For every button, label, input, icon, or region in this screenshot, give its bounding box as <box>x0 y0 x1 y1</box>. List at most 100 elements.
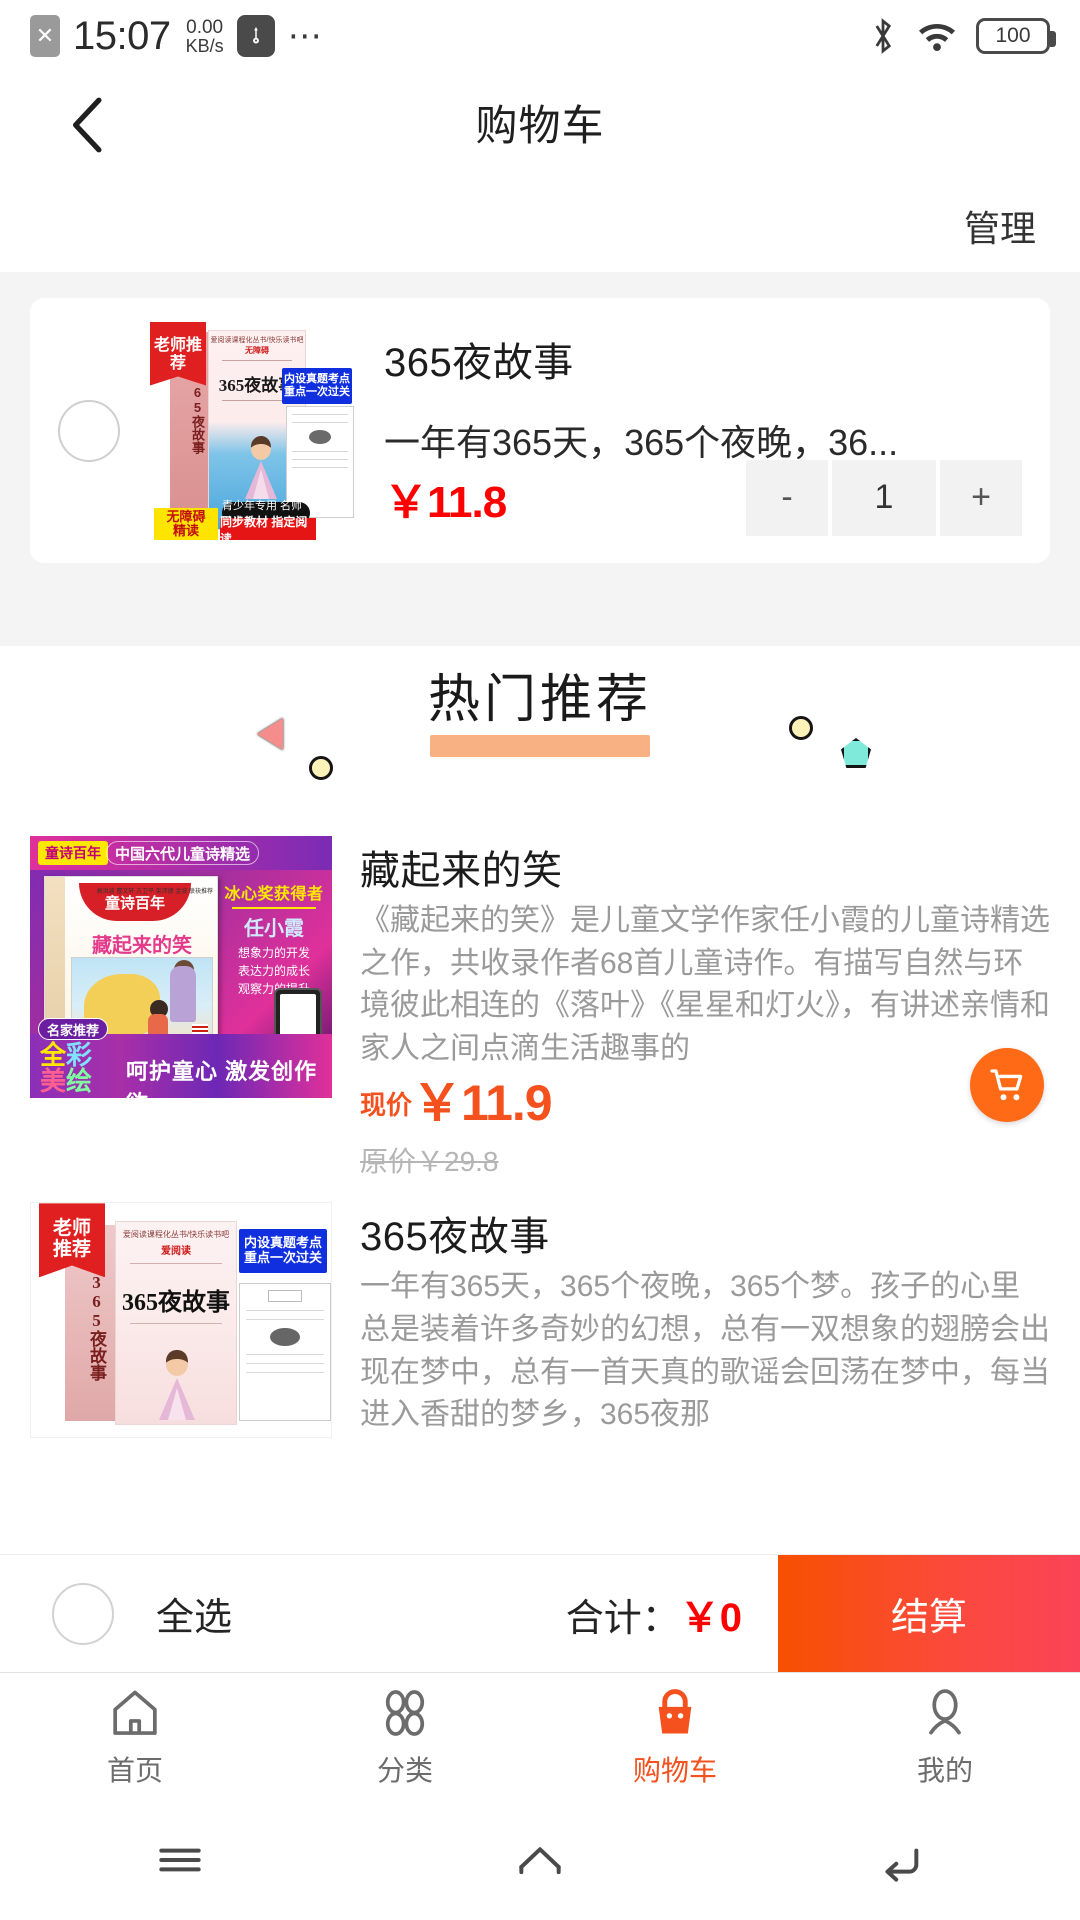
cover2-teacher-badge-line2: 推荐 <box>53 1240 91 1261</box>
color-tag-char4: 绘 <box>66 1066 92 1096</box>
back-arrow-icon <box>872 1832 928 1888</box>
status-bar-left: ✕ 15:07 0.00 KB/s ⋯ <box>30 14 324 59</box>
cover2-worksheet <box>239 1283 331 1421</box>
tab-profile-label: 我的 <box>917 1749 973 1789</box>
cover-feature-2: 表达力的成长 <box>222 962 326 980</box>
checkout-button[interactable]: 结算 <box>778 1555 1080 1673</box>
color-tag-line2: 美绘 <box>40 1070 92 1094</box>
manage-row: 管理 <box>0 180 1080 272</box>
chevron-left-icon <box>76 100 99 150</box>
quantity-stepper[interactable]: - 1 + <box>746 460 1022 536</box>
recommendation-price-row: 现价 ￥11.9 <box>360 1078 1050 1128</box>
bluetooth-icon <box>868 14 898 58</box>
triangle-pink-icon <box>257 718 283 750</box>
cover2-rule <box>130 1263 222 1264</box>
tab-profile[interactable]: 我的 <box>810 1673 1080 1800</box>
battery-indicator: 100 <box>976 18 1050 54</box>
cover-slogan: 呵护童心 激发创作欲 <box>126 1054 332 1098</box>
circle-yellow-icon-2 <box>789 716 813 740</box>
color-tag-char3: 美 <box>40 1066 66 1096</box>
cover-authors-small: 高洪波 曹文轩 方卫平 束沛德 金波 联袂推荐 <box>97 889 213 897</box>
book-series-line: 爱阅读课程化丛书/快乐读书吧 <box>209 337 305 345</box>
pentagon-teal-icon <box>841 738 871 768</box>
book-series-sub: 无障碍 <box>209 345 305 356</box>
current-price-value: ￥11.9 <box>412 1078 552 1128</box>
recommendation-title: 藏起来的笑 <box>360 838 1050 896</box>
barrier-free-badge: 无障碍 精读 <box>154 508 218 540</box>
cover2-series-sub: 爱阅读 <box>116 1242 236 1257</box>
recommendation-thumbnail-2[interactable]: 365夜故事 爱阅读课程化丛书/快乐读书吧 爱阅读 365夜故事 老师 推荐 内… <box>30 1202 332 1438</box>
hot-recommend-section-header: 热门推荐 <box>0 646 1080 836</box>
cover2-title: 365夜故事 <box>116 1282 236 1317</box>
total-label: 合计： <box>566 1587 680 1642</box>
network-speed-value: 0.00 <box>186 18 223 37</box>
nav-home-button[interactable] <box>360 1832 720 1888</box>
quantity-decrease-button[interactable]: - <box>746 460 828 536</box>
recommendation-info: 藏起来的笑 《藏起来的笑》是儿童文学作家任小霞的儿童诗精选之作，共收录作者68首… <box>360 836 1050 1180</box>
status-bar: ✕ 15:07 0.00 KB/s ⋯ 100 <box>0 0 1080 72</box>
cover2-front: 爱阅读课程化丛书/快乐读书吧 爱阅读 365夜故事 <box>115 1221 237 1425</box>
recommendation-item[interactable]: 童诗百年 中国六代儿童诗精选 童诗百年 高洪波 曹文轩 方卫平 束沛德 金波 联… <box>0 836 1080 1180</box>
grid-icon <box>377 1685 433 1741</box>
cart-item-row[interactable]: 365夜故事 爱阅读课程化丛书/快乐读书吧 无障碍 365夜故事 老师推荐 内设… <box>30 298 1050 563</box>
select-all-checkbox[interactable] <box>52 1583 114 1645</box>
cover-author: 任小霞 <box>222 912 326 941</box>
cover2-teacher-badge-line1: 老师 <box>53 1219 91 1240</box>
cover2-illustration <box>144 1348 210 1420</box>
cart-item-checkbox[interactable] <box>58 400 120 462</box>
recommendation-item-2[interactable]: 365夜故事 爱阅读课程化丛书/快乐读书吧 爱阅读 365夜故事 老师 推荐 内… <box>0 1202 1080 1438</box>
manage-button[interactable]: 管理 <box>964 200 1036 252</box>
nav-recents-button[interactable] <box>0 1832 360 1888</box>
hot-title-underline <box>430 735 650 757</box>
status-time: 15:07 <box>73 14 171 59</box>
quantity-increase-button[interactable]: + <box>940 460 1022 536</box>
cart-item-title: 365夜故事 <box>384 330 1022 388</box>
cover-feature-1: 想象力的开发 <box>222 944 326 962</box>
hot-recommend-title: 热门推荐 <box>305 672 775 729</box>
bottom-tab-bar: 首页 分类 购物车 我的 <box>0 1672 1080 1800</box>
total-amount: 合计： ￥0 <box>566 1585 742 1643</box>
cover-divider <box>232 907 316 909</box>
recommendation-info-2: 365夜故事 一年有365天，365个夜晚，365个梦。孩子的心里总是装着许多奇… <box>360 1202 1050 1438</box>
status-bar-right: 100 <box>868 14 1050 58</box>
cover-bottom-bar: 名家推荐 全彩 美绘 呵护童心 激发创作欲 <box>30 1034 332 1098</box>
checkout-bar: 全选 合计： ￥0 结算 <box>0 1554 1080 1672</box>
cart-item-info: 365夜故事 一年有365天，365个夜晚，36... ￥11.8 - 1 + <box>384 322 1022 540</box>
quantity-value[interactable]: 1 <box>832 460 936 536</box>
tab-home-label: 首页 <box>107 1749 163 1789</box>
tab-categories[interactable]: 分类 <box>270 1673 540 1800</box>
bag-icon <box>647 1685 703 1741</box>
cover2-series-line: 爱阅读课程化丛书/快乐读书吧 <box>116 1230 236 1240</box>
back-button[interactable] <box>58 94 118 156</box>
circle-yellow-icon <box>309 756 333 780</box>
usb-debug-icon <box>237 15 275 57</box>
cart-item-thumbnail[interactable]: 365夜故事 爱阅读课程化丛书/快乐读书吧 无障碍 365夜故事 老师推荐 内设… <box>142 322 354 540</box>
network-speed-unit: KB/s <box>186 37 224 55</box>
recommendation-description-2: 一年有365天，365个夜晚，365个梦。孩子的心里总是装着许多奇妙的幻想，总有… <box>360 1266 1050 1436</box>
textbook-bar-badge: 同步教材 指定阅读 <box>220 518 316 540</box>
cart-section: 365夜故事 爱阅读课程化丛书/快乐读书吧 无障碍 365夜故事 老师推荐 内设… <box>0 272 1080 646</box>
menu-icon <box>152 1832 208 1888</box>
tab-home[interactable]: 首页 <box>0 1673 270 1800</box>
cover-award: 冰心奖获得者 <box>222 880 326 904</box>
network-speed: 0.00 KB/s <box>186 18 224 55</box>
nav-back-button[interactable] <box>720 1832 1080 1888</box>
tab-cart[interactable]: 购物车 <box>540 1673 810 1800</box>
add-to-cart-button[interactable] <box>970 1048 1044 1122</box>
cover2-rule-2 <box>130 1323 222 1324</box>
cover2-spine-title: 365夜故事 <box>77 1273 105 1381</box>
tab-categories-label: 分类 <box>377 1749 433 1789</box>
book-rule <box>222 360 292 361</box>
recommendation-title-2: 365夜故事 <box>360 1204 1050 1262</box>
recommendation-description: 《藏起来的笑》是儿童文学作家任小霞的儿童诗精选之作，共收录作者68首儿童诗作。有… <box>360 900 1050 1070</box>
original-price: 原价￥29.8 <box>360 1140 1050 1180</box>
home-icon <box>107 1685 163 1741</box>
cart-item-bottom-row: ￥11.8 - 1 + <box>384 460 1022 536</box>
shopping-cart-icon <box>986 1064 1028 1106</box>
select-all-label[interactable]: 全选 <box>156 1586 232 1641</box>
cover-book-title: 藏起来的笑 <box>71 929 213 958</box>
wifi-icon <box>916 19 958 53</box>
person-icon <box>917 1685 973 1741</box>
total-value: ￥0 <box>680 1585 742 1643</box>
recommendation-thumbnail[interactable]: 童诗百年 中国六代儿童诗精选 童诗百年 高洪波 曹文轩 方卫平 束沛德 金波 联… <box>30 836 332 1098</box>
